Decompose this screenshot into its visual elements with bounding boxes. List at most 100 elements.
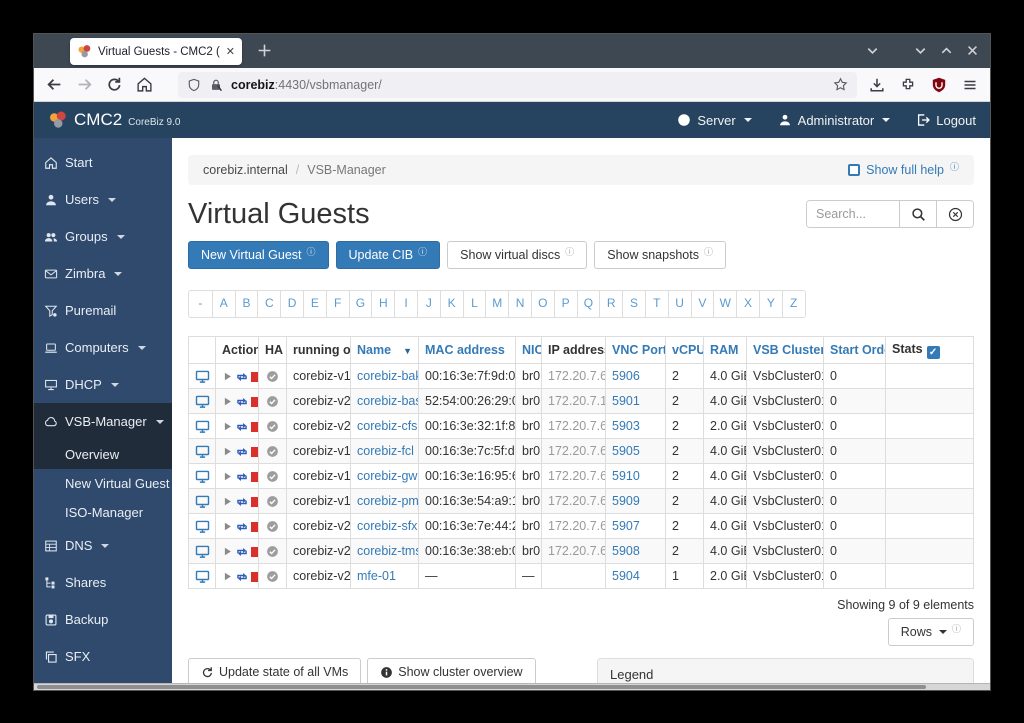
alphabet-filter-k[interactable]: K (439, 291, 463, 317)
scrollbar-thumb[interactable] (37, 685, 927, 689)
stop-vm-icon[interactable] (251, 396, 258, 407)
vnc-port-link[interactable]: 5910 (612, 469, 640, 483)
vm-name-link[interactable]: corebiz-tms (357, 544, 418, 558)
ha-status-icon[interactable] (266, 370, 279, 383)
search-button[interactable] (899, 201, 936, 227)
ha-status-icon[interactable] (266, 470, 279, 483)
alphabet-filter-o[interactable]: O (530, 291, 554, 317)
start-vm-icon[interactable] (222, 471, 233, 482)
ha-status-icon[interactable] (266, 420, 279, 433)
help-checkbox[interactable] (848, 164, 861, 176)
alphabet-filter-z[interactable]: Z (781, 291, 805, 317)
stop-vm-icon[interactable] (251, 421, 258, 432)
update-state-button[interactable]: Update state of all VMs (188, 658, 362, 686)
sidebar-item-new-virtual-guest[interactable]: New Virtual Guest (34, 469, 172, 498)
open-console-icon[interactable] (195, 519, 210, 534)
start-vm-icon[interactable] (222, 446, 233, 457)
alphabet-filter-i[interactable]: I (394, 291, 417, 317)
alphabet-filter-f[interactable]: F (325, 291, 349, 317)
alphabet-filter-b[interactable]: B (234, 291, 258, 317)
open-console-icon[interactable] (195, 544, 210, 559)
open-console-icon[interactable] (195, 469, 210, 484)
alphabet-filter-h[interactable]: H (371, 291, 395, 317)
ha-status-icon[interactable] (266, 495, 279, 508)
tracking-shield-icon[interactable] (187, 78, 201, 92)
sidebar-item-dhcp[interactable]: DHCP (34, 366, 172, 403)
url-bar[interactable]: corebiz :4430/vsbmanager/ (178, 71, 857, 98)
column-header-nic[interactable]: NIC (515, 336, 542, 364)
new-virtual-guest-button[interactable]: New Virtual Guest ⓘ (188, 241, 329, 269)
bookmark-star-icon[interactable] (833, 77, 848, 92)
ublock-icon[interactable] (931, 77, 947, 93)
restart-vm-icon[interactable] (236, 471, 248, 483)
sidebar-item-sfx[interactable]: SFX (34, 638, 172, 675)
logout-button[interactable]: Logout (916, 113, 976, 128)
alphabet-filter-v[interactable]: V (690, 291, 714, 317)
column-header-vsb-cluster[interactable]: VSB Cluster (746, 336, 824, 364)
restart-vm-icon[interactable] (236, 571, 248, 583)
vm-name-link[interactable]: corebiz-bas (357, 394, 418, 408)
start-vm-icon[interactable] (222, 421, 233, 432)
brand[interactable]: CMC2 CoreBiz 9.0 (48, 110, 180, 130)
ha-status-icon[interactable] (266, 545, 279, 558)
alphabet-filter-w[interactable]: W (713, 291, 737, 317)
alphabet-filter-e[interactable]: E (302, 291, 326, 317)
open-console-icon[interactable] (195, 444, 210, 459)
tab-close-icon[interactable]: ✕ (226, 45, 235, 58)
start-vm-icon[interactable] (222, 521, 233, 532)
rows-dropdown-button[interactable]: Rows ⓘ (887, 618, 974, 646)
ha-status-icon[interactable] (266, 445, 279, 458)
column-header-vcpu[interactable]: vCPU (665, 336, 704, 364)
window-close-icon[interactable] (965, 43, 980, 58)
alphabet-filter-none[interactable]: - (189, 291, 212, 317)
update-cib-button[interactable]: Update CIB ⓘ (335, 241, 441, 269)
alphabet-filter-l[interactable]: L (462, 291, 486, 317)
start-vm-icon[interactable] (222, 371, 233, 382)
vnc-port-link[interactable]: 5907 (612, 519, 640, 533)
vm-name-link[interactable]: corebiz-fcl (357, 444, 414, 458)
vm-name-link[interactable]: corebiz-sfx (357, 519, 417, 533)
alphabet-filter-a[interactable]: A (211, 291, 235, 317)
sidebar-item-zimbra[interactable]: Zimbra (34, 255, 172, 292)
start-vm-icon[interactable] (222, 396, 233, 407)
start-vm-icon[interactable] (222, 571, 233, 582)
extensions-icon[interactable] (900, 77, 916, 93)
reload-icon[interactable] (106, 76, 123, 93)
vnc-port-link[interactable]: 5904 (612, 569, 640, 583)
alphabet-filter-p[interactable]: P (553, 291, 577, 317)
vnc-port-link[interactable]: 5905 (612, 444, 640, 458)
sidebar-item-groups[interactable]: Groups (34, 218, 172, 255)
column-header-vnc-port[interactable]: VNC Port (605, 336, 666, 364)
ha-status-icon[interactable] (266, 570, 279, 583)
alphabet-filter-x[interactable]: X (736, 291, 759, 317)
show-snapshots-button[interactable]: Show snapshots ⓘ (594, 241, 726, 269)
sidebar-item-dns[interactable]: DNS (34, 527, 172, 564)
vm-name-link[interactable]: corebiz-gwa (357, 469, 418, 483)
vnc-port-link[interactable]: 5909 (612, 494, 640, 508)
back-icon[interactable] (46, 76, 63, 93)
sidebar-item-backup[interactable]: Backup (34, 601, 172, 638)
stop-vm-icon[interactable] (251, 371, 258, 382)
stop-vm-icon[interactable] (251, 521, 258, 532)
show-full-help-link[interactable]: Show full help ⓘ (848, 162, 959, 177)
sidebar-item-overview[interactable]: Overview (34, 440, 172, 469)
new-tab-button[interactable] (256, 42, 273, 59)
downloads-icon[interactable] (869, 77, 885, 93)
vm-name-link[interactable]: corebiz-pmf (357, 494, 418, 508)
ha-status-icon[interactable] (266, 395, 279, 408)
open-console-icon[interactable] (195, 494, 210, 509)
restart-vm-icon[interactable] (236, 421, 248, 433)
restart-vm-icon[interactable] (236, 371, 248, 383)
alphabet-filter-t[interactable]: T (644, 291, 668, 317)
alphabet-filter-m[interactable]: M (485, 291, 509, 317)
start-vm-icon[interactable] (222, 496, 233, 507)
stop-vm-icon[interactable] (251, 496, 258, 507)
restart-vm-icon[interactable] (236, 521, 248, 533)
column-header-start-order[interactable]: Start Order (823, 336, 886, 364)
alphabet-filter-c[interactable]: C (257, 291, 281, 317)
stop-vm-icon[interactable] (251, 571, 258, 582)
stats-checkbox[interactable]: ✓ (926, 345, 940, 359)
restart-vm-icon[interactable] (236, 496, 248, 508)
vm-name-link[interactable]: mfe-01 (357, 569, 396, 583)
alphabet-filter-r[interactable]: R (599, 291, 623, 317)
